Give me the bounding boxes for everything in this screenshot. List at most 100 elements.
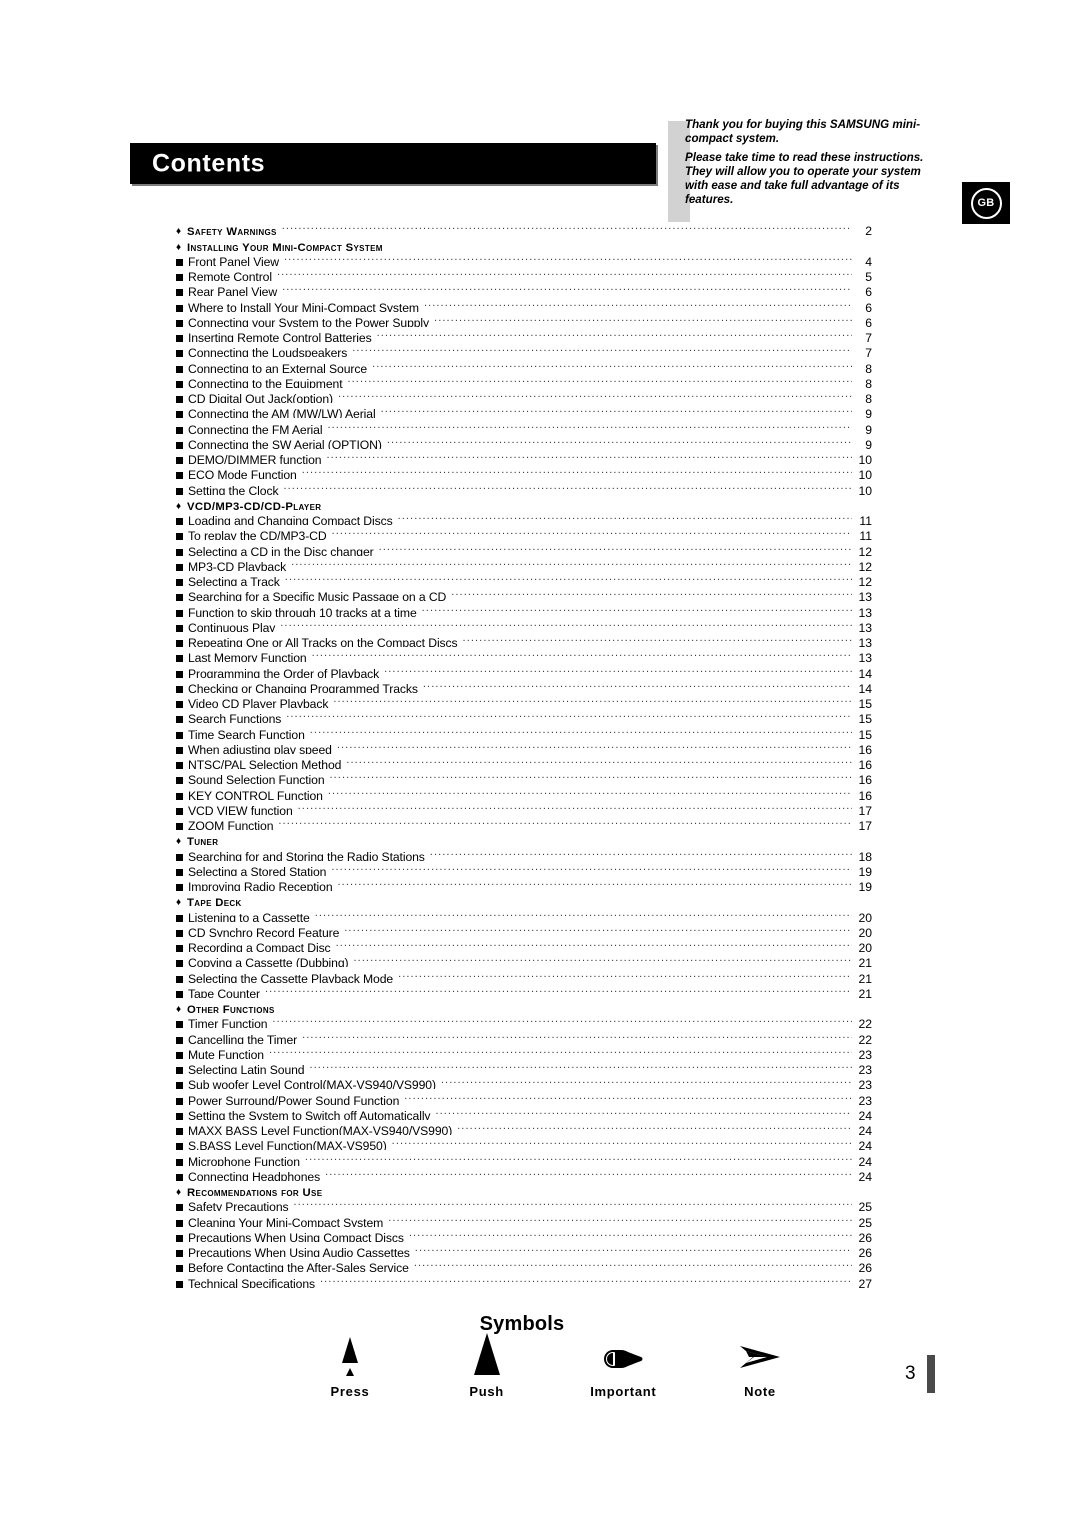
- toc-entry-row[interactable]: Microphone Function 24: [176, 1150, 872, 1166]
- toc-entry-row[interactable]: CD Digital Out Jack(option) 8: [176, 388, 872, 403]
- toc-section-row[interactable]: ♦ Safety Warnings 2: [176, 220, 872, 235]
- toc-entry-row[interactable]: VCD VIEW function 17: [176, 800, 872, 815]
- toc-entry-row[interactable]: Connecting to an External Source 8: [176, 357, 872, 373]
- toc-label: Continuous Play: [188, 620, 276, 632]
- toc-entry-row[interactable]: Before Contacting the After-Sales Servic…: [176, 1257, 872, 1273]
- toc-section-row[interactable]: ♦ Tape Deck: [176, 891, 872, 906]
- toc-entry-row[interactable]: Searching for a Specific Music Passage o…: [176, 586, 872, 602]
- toc-section-row[interactable]: ♦ Other Functions: [176, 998, 872, 1013]
- toc-section-row[interactable]: ♦ Installing Your Mini-Compact System: [176, 235, 872, 251]
- toc-entry-row[interactable]: Checking or Changing Programmed Tracks 14: [176, 678, 872, 693]
- toc-entry-row[interactable]: MP3-CD Playback 12: [176, 556, 872, 571]
- symbol-caption: Press: [330, 1384, 370, 1399]
- toc-entry-row[interactable]: Connecting the FM Aerial 9: [176, 418, 872, 434]
- toc-entry-row[interactable]: Function to skip through 10 tracks at a …: [176, 601, 872, 617]
- toc-entry-row[interactable]: Mute Function 23: [176, 1044, 872, 1059]
- toc-entry-row[interactable]: To replay the CD/MP3-CD 11: [176, 525, 872, 541]
- toc-entry-row[interactable]: Connecting the Loudspeakers 7: [176, 342, 872, 358]
- toc-entry-row[interactable]: Connecting to the Equipment 8: [176, 373, 872, 388]
- toc-entry-row[interactable]: Rear Panel View 6: [176, 281, 872, 297]
- toc-entry-row[interactable]: Repeating One or All Tracks on the Compa…: [176, 632, 872, 647]
- toc-entry-row[interactable]: Copying a Cassette (Dubbing) 21: [176, 952, 872, 968]
- toc-entry-row[interactable]: Selecting a Stored Station 19: [176, 861, 872, 876]
- toc-entry-row[interactable]: Technical Specifications 27: [176, 1272, 872, 1288]
- toc-leader-dots: [430, 845, 852, 860]
- toc-entry-row[interactable]: Sound Selection Function 16: [176, 769, 872, 785]
- toc-section-row[interactable]: ♦ VCD/MP3-CD/CD-Player: [176, 495, 872, 510]
- toc-entry-row[interactable]: Precautions When Using Audio Cassettes 26: [176, 1242, 872, 1257]
- toc-entry-row[interactable]: MAXX BASS Level Function(MAX-VS940/VS990…: [176, 1120, 872, 1135]
- toc-entry-row[interactable]: Precautions When Using Compact Discs 26: [176, 1227, 872, 1242]
- toc-entry-row[interactable]: Setting the System to Switch off Automat…: [176, 1105, 872, 1120]
- toc-leader-dots: [332, 525, 852, 540]
- toc-label: Selecting a Track: [188, 575, 280, 586]
- toc-page-number: 16: [858, 773, 872, 785]
- toc-page-number: 15: [858, 727, 872, 739]
- toc-label: Before Contacting the After-Sales Servic…: [188, 1261, 409, 1273]
- toc-entry-row[interactable]: Search Functions 15: [176, 708, 872, 724]
- toc-label: Cancelling the Timer: [188, 1032, 298, 1044]
- toc-entry-row[interactable]: Loading and Changing Compact Discs 11: [176, 510, 872, 525]
- toc-label: Rear Panel View: [188, 285, 278, 297]
- toc-leader-dots: [278, 815, 852, 830]
- toc-page-number: 14: [858, 681, 872, 693]
- intro-paragraph-2: Please take time to read these instructi…: [685, 150, 924, 207]
- toc-leader-dots: [302, 1028, 852, 1043]
- toc-page-number: 23: [858, 1078, 872, 1090]
- toc-entry-row[interactable]: ZOOM Function 17: [176, 815, 872, 830]
- toc-entry-row[interactable]: Connecting the AM (MW/LW) Aerial 9: [176, 403, 872, 419]
- toc-entry-row[interactable]: S.BASS Level Function(MAX-VS950) 24: [176, 1135, 872, 1151]
- toc-label: Selecting a Stored Station: [188, 864, 327, 876]
- toc-page-number: 8: [865, 392, 872, 403]
- toc-page-number: 24: [858, 1169, 872, 1181]
- toc-label: Safety Precautions: [188, 1200, 289, 1212]
- toc-page-number: 9: [865, 422, 872, 434]
- toc-entry-row[interactable]: CD Synchro Record Feature 20: [176, 922, 872, 937]
- toc-entry-row[interactable]: Recording a Compact Disc 20: [176, 937, 872, 952]
- toc-label: Searching for and Storing the Radio Stat…: [188, 849, 425, 861]
- toc-label: Connecting the SW Aerial (OPTION): [188, 437, 382, 449]
- toc-section-row[interactable]: ♦ Tuner: [176, 830, 872, 845]
- toc-entry-row[interactable]: Timer Function 22: [176, 1013, 872, 1029]
- toc-label: Installing Your Mini-Compact System: [187, 241, 383, 251]
- toc-entry-row[interactable]: Cancelling the Timer 22: [176, 1028, 872, 1044]
- toc-entry-row[interactable]: Programming the Order of Playback 14: [176, 662, 872, 678]
- toc-label: Setting the System to Switch off Automat…: [188, 1108, 431, 1120]
- toc-entry-row[interactable]: KEY CONTROL Function 16: [176, 784, 872, 800]
- toc-label: Other Functions: [187, 1004, 275, 1013]
- toc-entry-row[interactable]: Sub woofer Level Control(MAX-VS940/VS990…: [176, 1074, 872, 1090]
- toc-entry-row[interactable]: Listening to a Cassette 20: [176, 906, 872, 922]
- toc-entry-row[interactable]: Tape Counter 21: [176, 983, 872, 998]
- toc-entry-row[interactable]: Setting the Clock 10: [176, 479, 872, 495]
- toc-entry-row[interactable]: Continuous Play 13: [176, 617, 872, 632]
- toc-entry-row[interactable]: Last Memory Function 13: [176, 647, 872, 663]
- toc-entry-row[interactable]: Inserting Remote Control Batteries 7: [176, 327, 872, 342]
- toc-entry-row[interactable]: NTSC/PAL Selection Method 16: [176, 754, 872, 769]
- toc-entry-row[interactable]: Safety Precautions 25: [176, 1196, 872, 1212]
- toc-entry-row[interactable]: Improving Radio Reception 19: [176, 876, 872, 891]
- toc-page-number: 13: [858, 590, 872, 602]
- toc-page-number: 19: [858, 864, 872, 876]
- toc-label: Precautions When Using Compact Discs: [188, 1230, 404, 1242]
- toc-entry-row[interactable]: Connecting Headphones 24: [176, 1166, 872, 1181]
- toc-entry-row[interactable]: Selecting a CD in the Disc changer 12: [176, 540, 872, 556]
- toc-entry-row[interactable]: When adjusting play speed 16: [176, 739, 872, 754]
- toc-label: VCD/MP3-CD/CD-Player: [187, 500, 322, 510]
- toc-entry-row[interactable]: Searching for and Storing the Radio Stat…: [176, 845, 872, 861]
- toc-entry-row[interactable]: Time Search Function 15: [176, 723, 872, 739]
- toc-section-row[interactable]: ♦ Recommendations for Use: [176, 1181, 872, 1196]
- toc-entry-row[interactable]: Selecting the Cassette Playback Mode 21: [176, 967, 872, 983]
- toc-entry-row[interactable]: Selecting Latin Sound 23: [176, 1059, 872, 1074]
- toc-entry-row[interactable]: Power Surround/Power Sound Function 23: [176, 1089, 872, 1105]
- toc-entry-row[interactable]: DEMO/DIMMER function 10: [176, 449, 872, 464]
- toc-entry-row[interactable]: Front Panel View 4: [176, 251, 872, 266]
- toc-entry-row[interactable]: Selecting a Track 12: [176, 571, 872, 586]
- toc-entry-row[interactable]: Video CD Player Playback 15: [176, 693, 872, 708]
- toc-entry-row[interactable]: Remote Control 5: [176, 266, 872, 281]
- toc-entry-row[interactable]: Connecting your System to the Power Supp…: [176, 312, 872, 327]
- toc-entry-row[interactable]: Cleaning Your Mini-Compact System 25: [176, 1211, 872, 1227]
- toc-page-number: 19: [858, 880, 872, 891]
- toc-entry-row[interactable]: Connecting the SW Aerial (OPTION) 9: [176, 434, 872, 449]
- toc-entry-row[interactable]: ECO Mode Function 10: [176, 464, 872, 480]
- toc-entry-row[interactable]: Where to Install Your Mini-Compact Syste…: [176, 296, 872, 312]
